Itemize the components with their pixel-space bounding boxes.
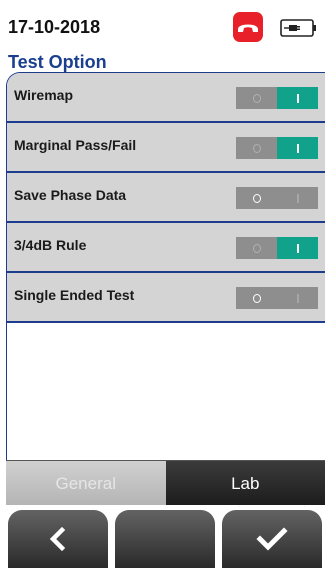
single-ended-test-toggle[interactable] xyxy=(236,287,318,309)
test-option-panel: Wiremap Marginal Pass/Fail Save Phase Da… xyxy=(6,72,325,462)
option-row-3-4db-rule[interactable]: 3/4dB Rule xyxy=(7,223,325,273)
checkmark-icon xyxy=(256,527,288,551)
tab-lab[interactable]: Lab xyxy=(165,461,325,506)
toggle-on-icon xyxy=(277,237,318,259)
wiremap-toggle[interactable] xyxy=(236,87,318,109)
option-label: Save Phase Data xyxy=(14,187,127,203)
chevron-left-icon xyxy=(49,526,66,552)
bottom-nav xyxy=(0,505,325,570)
toggle-on-icon xyxy=(277,137,318,159)
option-row-wiremap[interactable]: Wiremap xyxy=(7,73,325,123)
option-label: Marginal Pass/Fail xyxy=(14,137,137,153)
power-plug-battery-icon xyxy=(280,19,316,37)
tab-general[interactable]: General xyxy=(6,461,166,506)
option-row-single-ended-test[interactable]: Single Ended Test xyxy=(7,273,325,323)
toggle-off-icon xyxy=(236,237,277,259)
toggle-off-icon xyxy=(236,87,277,109)
3-4db-rule-toggle[interactable] xyxy=(236,237,318,259)
toggle-on-icon xyxy=(277,287,318,309)
back-button[interactable] xyxy=(8,510,108,568)
date-display: 17-10-2018 xyxy=(8,17,101,37)
save-phase-data-toggle[interactable] xyxy=(236,187,318,209)
status-bar: 17-10-2018 xyxy=(0,0,325,50)
option-label: Wiremap xyxy=(14,87,74,103)
toggle-off-icon xyxy=(236,287,277,309)
hangup-phone-icon[interactable] xyxy=(233,12,263,42)
toggle-on-icon xyxy=(277,87,318,109)
blank-button[interactable] xyxy=(115,510,215,568)
toggle-off-icon xyxy=(236,137,277,159)
option-row-save-phase-data[interactable]: Save Phase Data xyxy=(7,173,325,223)
toggle-on-icon xyxy=(277,187,318,209)
confirm-button[interactable] xyxy=(222,510,322,568)
section-title: Test Option xyxy=(8,52,107,72)
tab-bar: General Lab xyxy=(6,460,325,506)
toggle-off-icon xyxy=(236,187,277,209)
option-row-marginal-pass-fail[interactable]: Marginal Pass/Fail xyxy=(7,123,325,173)
option-label: Single Ended Test xyxy=(14,287,135,303)
marginal-pass-fail-toggle[interactable] xyxy=(236,137,318,159)
option-label: 3/4dB Rule xyxy=(14,237,87,253)
